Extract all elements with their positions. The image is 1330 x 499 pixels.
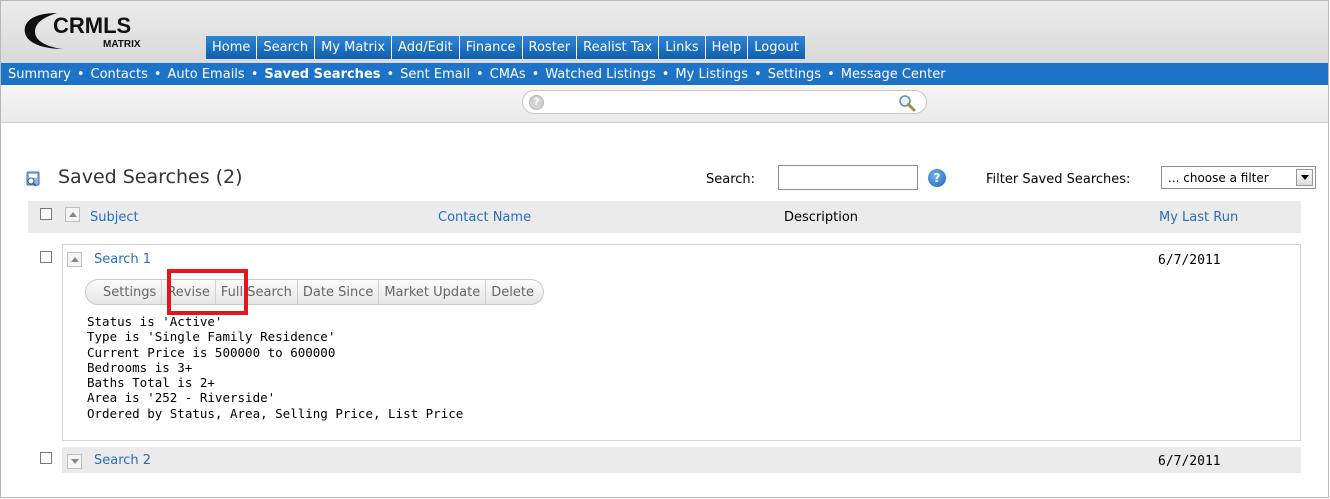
- table-row: [62, 447, 1301, 473]
- subnav-settings[interactable]: Settings: [768, 67, 821, 82]
- criteria-line: Baths Total is 2+: [87, 375, 215, 391]
- expand-icon[interactable]: [67, 454, 82, 469]
- subnav-separator: •: [475, 66, 484, 82]
- subnav-separator: •: [827, 66, 835, 82]
- subnav-separator: •: [153, 66, 162, 82]
- row-last-run: 6/7/2011: [1158, 454, 1221, 469]
- subnav-separator: •: [250, 66, 259, 82]
- subnav-separator: •: [754, 66, 762, 82]
- table-header: Subject Contact Name Description My Last…: [28, 201, 1301, 233]
- criteria-line: Type is 'Single Family Residence': [87, 329, 336, 345]
- logo-subtext: MATRIX: [103, 39, 141, 50]
- market-update-button[interactable]: Market Update: [379, 280, 487, 304]
- subnav-saved-searches[interactable]: Saved Searches: [264, 67, 380, 82]
- subnav-watched-listings[interactable]: Watched Listings: [545, 67, 655, 82]
- sort-up-icon[interactable]: [65, 207, 80, 222]
- logo-text: CRMLS: [53, 13, 131, 38]
- filter-select-value: ... choose a filter: [1168, 170, 1269, 185]
- main-nav: Home Search My Matrix Add/Edit Finance R…: [206, 36, 805, 59]
- page-title: Saved Searches (2): [58, 166, 243, 188]
- select-all-checkbox[interactable]: [40, 208, 52, 220]
- settings-button[interactable]: Settings: [86, 280, 163, 304]
- row-last-run: 6/7/2011: [1158, 253, 1221, 268]
- subnav-separator: •: [531, 66, 540, 82]
- date-since-button[interactable]: Date Since: [298, 280, 380, 304]
- saved-search-filter-input[interactable]: [778, 165, 918, 190]
- row-checkbox[interactable]: [40, 452, 52, 464]
- nav-tab-search[interactable]: Search: [257, 36, 316, 59]
- nav-tab-add-edit[interactable]: Add/Edit: [392, 36, 460, 59]
- criteria-line: Ordered by Status, Area, Selling Price, …: [87, 405, 464, 421]
- nav-tab-links[interactable]: Links: [659, 36, 706, 59]
- criteria-line: Area is '252 - Riverside': [87, 390, 276, 406]
- dropdown-arrow-icon[interactable]: [1296, 169, 1313, 186]
- revise-highlight-box: [167, 269, 248, 315]
- nav-tab-realist-tax[interactable]: Realist Tax: [577, 36, 660, 59]
- criteria-line: Current Price is 500000 to 600000: [87, 344, 336, 360]
- filter-label: Filter Saved Searches:: [986, 172, 1131, 187]
- nav-tab-my-matrix[interactable]: My Matrix: [315, 36, 393, 59]
- help-icon[interactable]: ?: [928, 169, 946, 187]
- criteria-line: Status is 'Active': [87, 314, 223, 329]
- subnav-separator: •: [661, 66, 670, 82]
- column-my-last-run[interactable]: My Last Run: [1159, 210, 1238, 225]
- quick-search-bar: ?: [1, 85, 1328, 123]
- nav-tab-logout[interactable]: Logout: [748, 36, 805, 59]
- row-checkbox[interactable]: [40, 251, 52, 263]
- nav-tab-home[interactable]: Home: [206, 36, 258, 59]
- subnav-auto-emails[interactable]: Auto Emails: [168, 67, 245, 82]
- row-action-toolbar: Settings Revise Full Search Date Since M…: [85, 279, 544, 305]
- subnav-message-center[interactable]: Message Center: [841, 67, 946, 82]
- row-title-search-1[interactable]: Search 1: [94, 252, 151, 267]
- subnav-my-listings[interactable]: My Listings: [675, 67, 748, 82]
- subnav-cmas[interactable]: CMAs: [490, 67, 526, 82]
- nav-tab-help[interactable]: Help: [705, 36, 749, 59]
- crmls-matrix-logo[interactable]: CRMLS MATRIX: [17, 7, 197, 55]
- column-contact-name[interactable]: Contact Name: [438, 210, 531, 225]
- filter-select[interactable]: ... choose a filter: [1161, 166, 1316, 189]
- sub-nav: Summary • Contacts • Auto Emails • Saved…: [1, 63, 1328, 85]
- subnav-separator: •: [386, 66, 395, 82]
- subnav-contacts[interactable]: Contacts: [91, 67, 148, 82]
- subnav-sent-email[interactable]: Sent Email: [400, 67, 470, 82]
- quick-search-box: ?: [522, 90, 927, 114]
- subnav-summary[interactable]: Summary: [8, 67, 71, 82]
- row-title-search-2[interactable]: Search 2: [94, 453, 151, 468]
- search-label: Search:: [706, 172, 756, 187]
- subnav-separator: •: [76, 66, 85, 82]
- magnifier-icon[interactable]: [898, 94, 916, 112]
- quick-search-input[interactable]: [551, 93, 891, 111]
- delete-button[interactable]: Delete: [486, 280, 539, 304]
- saved-search-icon: [26, 171, 40, 187]
- nav-tab-roster[interactable]: Roster: [522, 36, 578, 59]
- app-header: CRMLS MATRIX Home Search My Matrix Add/E…: [1, 1, 1328, 63]
- search-criteria: Status is 'Active' Type is 'Single Famil…: [87, 314, 463, 421]
- column-description: Description: [784, 210, 859, 225]
- quick-search-help-icon[interactable]: ?: [529, 95, 544, 110]
- nav-tab-finance[interactable]: Finance: [459, 36, 523, 59]
- collapse-icon[interactable]: [67, 252, 82, 267]
- column-subject[interactable]: Subject: [90, 210, 139, 225]
- criteria-line: Bedrooms is 3+: [87, 359, 193, 375]
